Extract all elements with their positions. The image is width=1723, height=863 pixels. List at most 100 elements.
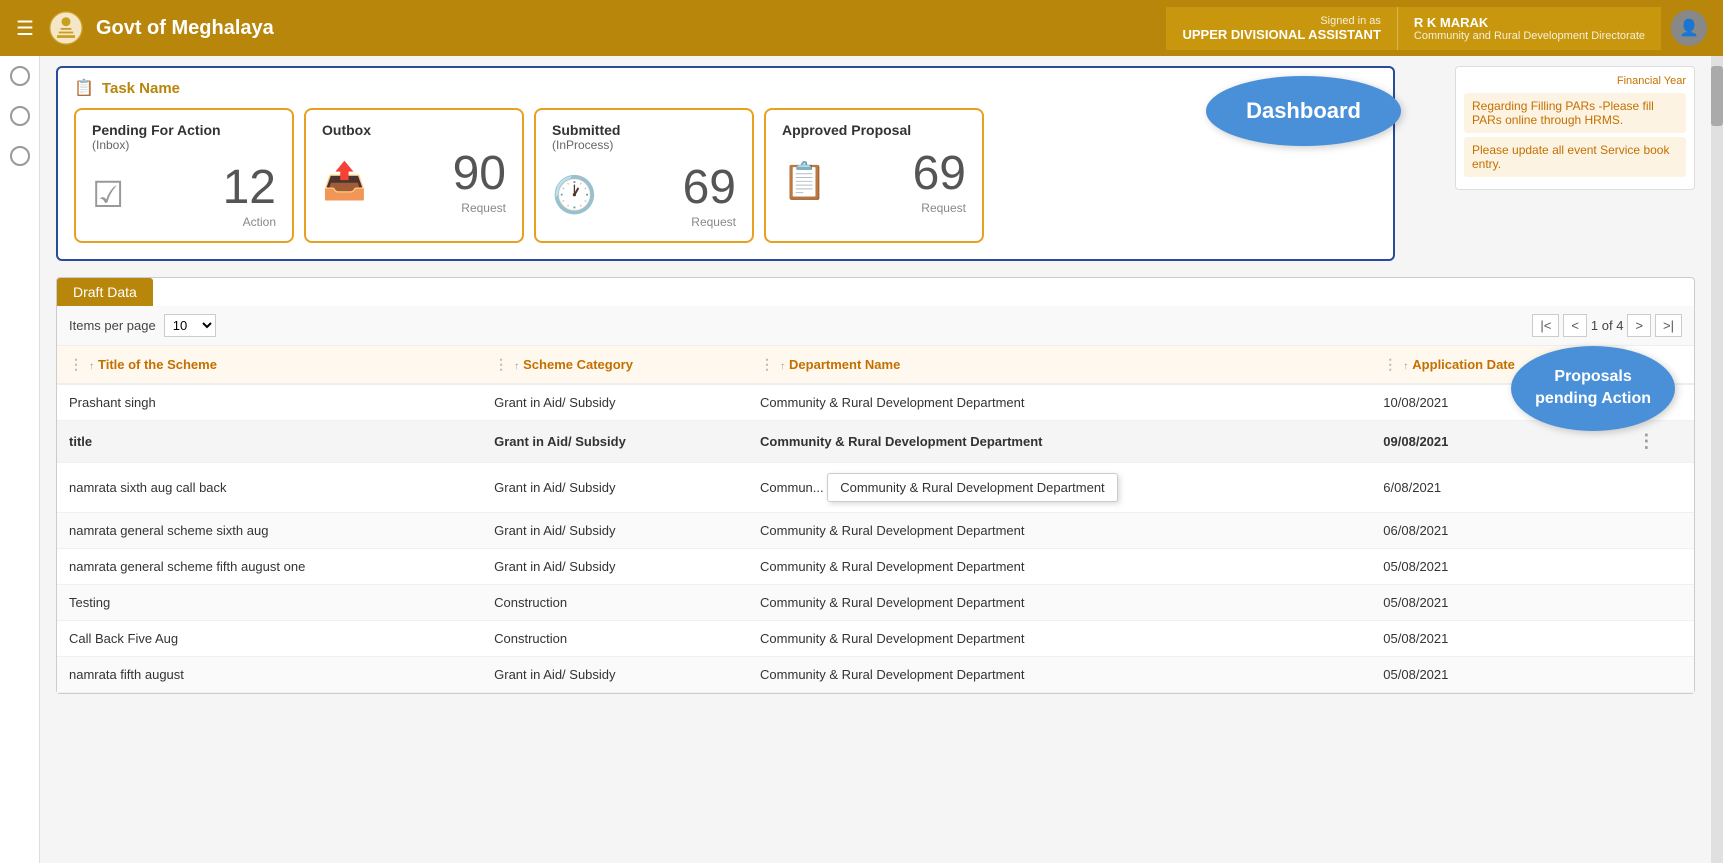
cell-title: Testing [57,585,482,621]
cell-empty [1625,549,1694,585]
card-icon: 📤 [322,160,367,202]
dept-tooltip: Community & Rural Development Department [827,473,1117,502]
cell-department: Community & Rural Development Department [748,513,1371,549]
sidebar-item-1[interactable] [10,66,30,86]
notice-year: Financial Year [1464,75,1686,87]
card-title: Approved Proposal [782,122,966,138]
cell-title: namrata general scheme sixth aug [57,513,482,549]
notice-item-0: Regarding Filling PARs -Please fill PARs… [1464,93,1686,133]
cell-date: 05/08/2021 [1371,549,1625,585]
cell-title: namrata fifth august [57,657,482,693]
cell-date: 05/08/2021 [1371,585,1625,621]
cell-scheme: Grant in Aid/ Subsidy [482,421,748,463]
items-per-page-select[interactable]: 102550100 [164,314,216,337]
cell-empty [1625,657,1694,693]
cell-department: Community & Rural Development Department [748,384,1371,421]
scrollbar[interactable] [1711,56,1723,863]
cell-department: Community & Rural Development Department [748,621,1371,657]
sidebar [0,56,40,863]
card-0[interactable]: Pending For Action (Inbox) ☑ 12 Action [74,108,294,243]
sort-icon: ↑ [89,361,94,372]
cell-date: 05/08/2021 [1371,621,1625,657]
table-column-header[interactable]: ⋮↑Department Name [748,346,1371,384]
table-container: ⋮↑Title of the Scheme⋮↑Scheme Category⋮↑… [57,346,1694,693]
table-row: namrata general scheme fifth august oneG… [57,549,1694,585]
cell-scheme: Grant in Aid/ Subsidy [482,384,748,421]
card-count: 69 [913,146,966,201]
sidebar-item-3[interactable] [10,146,30,166]
user-dept: Community and Rural Development Director… [1414,30,1645,42]
card-count: 12 [223,160,276,215]
cell-empty [1625,621,1694,657]
header: ☰ Govt of Meghalaya Signed in as UPPER D… [0,0,1723,56]
cell-department: Community & Rural Development Department [748,657,1371,693]
card-label: Action [223,215,276,229]
cell-date: 6/08/2021 [1371,463,1625,513]
next-page-button[interactable]: > [1627,314,1651,337]
logo [46,8,86,48]
cell-title: Prashant singh [57,384,482,421]
signed-in-label: Signed in as [1182,15,1380,27]
menu-icon[interactable]: ☰ [16,16,34,41]
app-title: Govt of Meghalaya [96,17,1167,40]
cell-date: 05/08/2021 [1371,657,1625,693]
card-count-group: 90 Request [453,146,506,215]
card-3[interactable]: Approved Proposal 📋 69 Request [764,108,984,243]
card-icon: ☑ [92,174,124,216]
signed-in-block: Signed in as UPPER DIVISIONAL ASSISTANT [1166,7,1397,50]
avatar: 👤 [1671,10,1707,46]
card-1[interactable]: Outbox 📤 90 Request [304,108,524,243]
notice-item-1: Please update all event Service book ent… [1464,137,1686,177]
card-count-group: 12 Action [223,160,276,229]
first-page-button[interactable]: |< [1532,314,1559,337]
sidebar-item-2[interactable] [10,106,30,126]
card-count-group: 69 Request [913,146,966,215]
task-icon: 📋 [74,78,94,98]
col-menu-icon: ⋮ [760,356,774,372]
card-body: 📋 69 Request [782,146,966,215]
draft-tab[interactable]: Draft Data [57,278,153,306]
notices-panel: Financial Year Regarding Filling PARs -P… [1455,66,1695,190]
pagination: |< < 1 of 4 > >| [1532,314,1682,337]
items-per-page-control: Items per page 102550100 [69,314,216,337]
table-row: TestingConstructionCommunity & Rural Dev… [57,585,1694,621]
row-menu-icon[interactable]: ⋮ [1637,431,1655,451]
cell-scheme: Construction [482,621,748,657]
table-row: titleGrant in Aid/ SubsidyCommunity & Ru… [57,421,1694,463]
task-title: Task Name [102,80,180,97]
table-row: Call Back Five AugConstructionCommunity … [57,621,1694,657]
card-icon: 📋 [782,160,827,202]
card-subtitle: (InProcess) [552,138,736,152]
sort-icon: ↑ [1403,361,1408,372]
cell-title: title [57,421,482,463]
card-icon: 🕐 [552,174,597,216]
card-title: Submitted [552,122,736,138]
content-area: Dashboard 📋 Task Name Pending For Action… [40,56,1711,863]
prev-page-button[interactable]: < [1563,314,1587,337]
col-menu-icon: ⋮ [69,356,83,372]
signed-in-role: UPPER DIVISIONAL ASSISTANT [1182,27,1380,42]
table-column-header[interactable]: ⋮↑Scheme Category [482,346,748,384]
cell-empty [1625,513,1694,549]
card-body: ☑ 12 Action [92,160,276,229]
cell-scheme: Grant in Aid/ Subsidy [482,513,748,549]
table-row: namrata fifth augustGrant in Aid/ Subsid… [57,657,1694,693]
cell-scheme: Grant in Aid/ Subsidy [482,657,748,693]
col-menu-icon: ⋮ [494,356,508,372]
cell-scheme: Grant in Aid/ Subsidy [482,549,748,585]
card-label: Request [453,201,506,215]
callout-dashboard: Dashboard [1206,76,1401,146]
last-page-button[interactable]: >| [1655,314,1682,337]
card-title: Outbox [322,122,506,138]
cell-department: Community & Rural Development Department [748,549,1371,585]
cell-scheme: Construction [482,585,748,621]
card-body: 🕐 69 Request [552,160,736,229]
table-row: namrata general scheme sixth augGrant in… [57,513,1694,549]
card-title: Pending For Action [92,122,276,138]
data-table: ⋮↑Title of the Scheme⋮↑Scheme Category⋮↑… [57,346,1694,693]
cell-row-menu[interactable]: ⋮ [1625,421,1694,463]
cell-empty [1625,463,1694,513]
table-column-header[interactable]: ⋮↑Title of the Scheme [57,346,482,384]
card-2[interactable]: Submitted (InProcess) 🕐 69 Request [534,108,754,243]
cell-scheme: Grant in Aid/ Subsidy [482,463,748,513]
